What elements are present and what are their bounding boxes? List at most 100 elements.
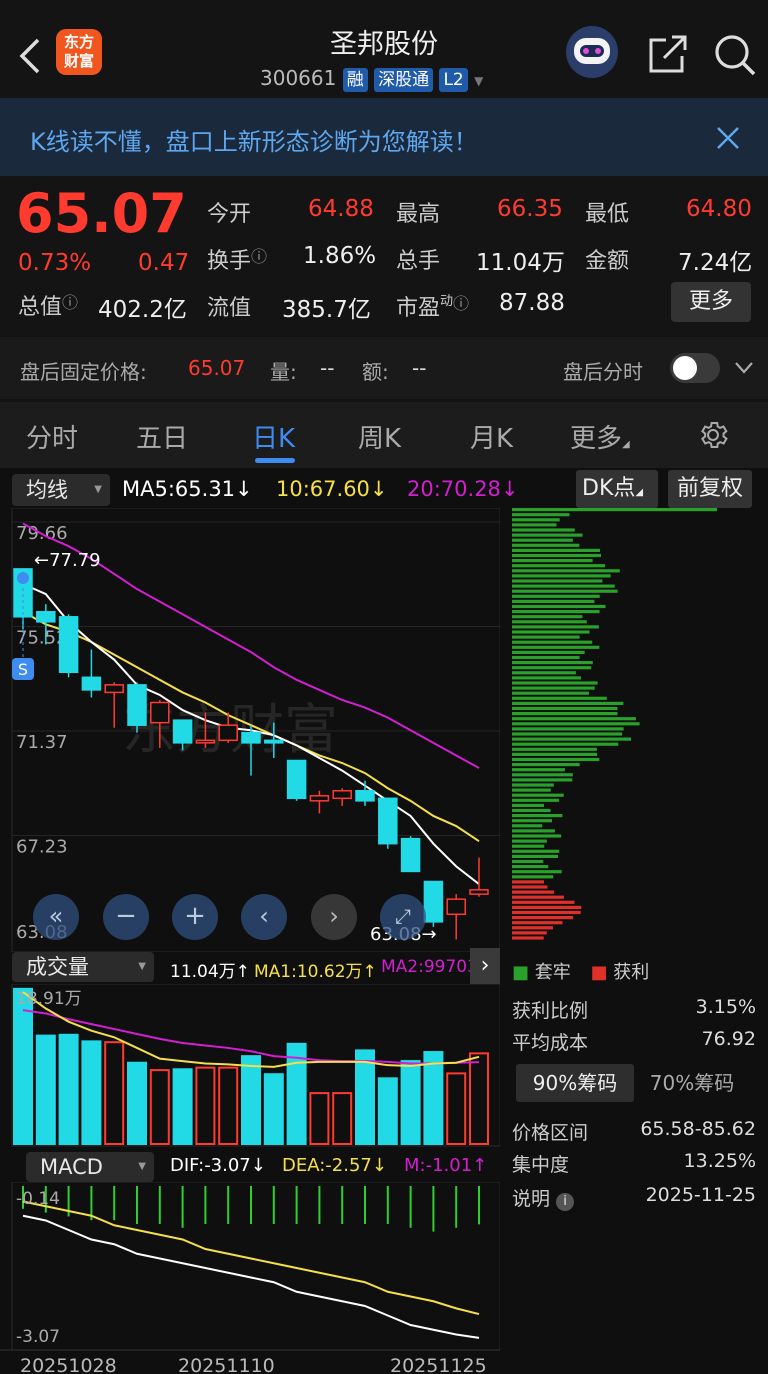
after-hours-amt: -- [412, 356, 427, 380]
volume-selector[interactable]: 成交量 ▼ [12, 952, 154, 982]
volume-bar [127, 1061, 147, 1145]
volume-bar [58, 1033, 79, 1145]
candle-body [469, 889, 489, 895]
chip-bar [512, 523, 557, 527]
chip-bar [512, 849, 560, 853]
candle-body [172, 719, 193, 744]
chip-bar [512, 829, 555, 833]
chip-bar [512, 798, 559, 802]
scroll-far-left-button[interactable]: « [33, 894, 79, 940]
kline-chart[interactable]: 东方财富79.6675.5271.3767.2363.08←77.7963.08… [0, 508, 500, 952]
tab-monthly-k[interactable]: 月K [470, 418, 513, 455]
candle-body [58, 616, 79, 674]
volume-bar [172, 1068, 193, 1145]
after-hours-amt-label: 额: [362, 360, 389, 384]
macd-top-label: -0.14 [16, 1189, 60, 1209]
ma10-readout: 10:67.60↓ [276, 477, 388, 501]
chip-bar [512, 650, 585, 654]
chip-bar [512, 589, 618, 593]
tab-daily-k[interactable]: 日K [252, 418, 295, 455]
chip-profit-ratio: 3.15% [695, 996, 756, 1018]
candle-body [355, 790, 375, 802]
chip-bar [512, 712, 618, 716]
fullscreen-button[interactable]: ⤢ [380, 894, 426, 940]
search-icon[interactable] [714, 34, 756, 76]
chip-note-label: 说明 i [512, 1184, 575, 1211]
chip-bar [512, 768, 565, 772]
current-price: 65.07 [16, 182, 187, 245]
candle-body [241, 732, 261, 744]
chip-bar [512, 921, 563, 925]
chip-bar [512, 696, 607, 700]
chip-bar [512, 880, 544, 884]
tab-intraday[interactable]: 分时 [26, 418, 78, 455]
share-icon[interactable] [648, 34, 688, 74]
label-float: 流值 [207, 296, 252, 321]
top-header: 东方 财富 圣邦股份 300661 融 深股通 L2 ▼ [0, 0, 768, 98]
chip-bar [512, 681, 598, 685]
dk-button[interactable]: DK点◢ [576, 470, 658, 508]
scroll-left-button[interactable]: ‹ [241, 894, 287, 940]
chip-bar [512, 543, 580, 547]
gear-icon[interactable] [696, 418, 730, 452]
candle-body [286, 759, 307, 800]
value-high: 66.35 [497, 196, 563, 222]
chip-bar [512, 548, 600, 552]
chip-bar [512, 742, 619, 746]
close-icon[interactable] [716, 126, 740, 150]
info-icon[interactable]: ⓘ [453, 294, 469, 313]
tab-more[interactable]: 更多◢ [570, 418, 630, 455]
value-open: 64.88 [308, 196, 374, 222]
scroll-right-button[interactable]: › [311, 894, 357, 940]
chip-bar [512, 839, 547, 843]
candle-body [104, 684, 124, 694]
chip-bar [512, 763, 580, 767]
chip-bar [512, 630, 590, 634]
chip-bar [512, 788, 551, 792]
chip-bar [512, 615, 583, 619]
value-amount: 7.24亿 [678, 250, 753, 276]
adjust-button[interactable]: 前复权 [668, 470, 752, 508]
chip-bar [512, 518, 560, 522]
promo-banner[interactable]: K线读不懂，盘口上新形态诊断为您解读！ [0, 98, 768, 176]
info-icon[interactable]: ⓘ [62, 293, 78, 312]
macd-chart[interactable]: -0.14 -3.07 20251028 20251110 20251125 [0, 1182, 500, 1374]
chip-tab-90[interactable]: 90%筹码 [516, 1064, 634, 1102]
after-hours-price: 65.07 [188, 356, 246, 380]
more-button[interactable]: 更多 [671, 282, 751, 322]
label-volume: 总手 [396, 249, 441, 274]
chip-bar [512, 508, 717, 512]
macd-selector[interactable]: MACD ▼ [26, 1152, 154, 1182]
macd-bottom-label: -3.07 [16, 1327, 60, 1347]
volume-chart[interactable]: 18.91万 [0, 984, 500, 1148]
robot-assistant-icon[interactable] [566, 26, 618, 78]
chip-bar [512, 885, 548, 889]
date-label: 20251110 [178, 1355, 275, 1374]
zoom-in-button[interactable]: + [172, 894, 218, 940]
chevron-down-icon[interactable] [734, 361, 754, 375]
chip-bar [512, 625, 599, 629]
after-hours-toggle[interactable] [670, 353, 720, 383]
info-icon[interactable]: i [556, 1193, 575, 1211]
chip-bar [512, 793, 564, 797]
volume-bar [355, 1049, 375, 1145]
chip-bar [512, 824, 543, 828]
chip-bar [512, 722, 640, 726]
chip-bar [512, 604, 606, 609]
tab-weekly-k[interactable]: 周K [358, 418, 401, 455]
zoom-out-button[interactable]: − [103, 894, 149, 940]
volume-bar [400, 1060, 421, 1145]
stock-code-row[interactable]: 300661 融 深股通 L2 ▼ [260, 66, 483, 92]
chevron-right-icon[interactable]: › [470, 948, 500, 984]
ma-selector[interactable]: 均线 ▼ [12, 474, 110, 506]
chip-bar [512, 645, 600, 649]
tag-connect: 深股通 [374, 68, 434, 92]
volume-bar [104, 1041, 125, 1145]
quote-panel: 65.07 0.73% 0.47 总值ⓘ 402.2亿 今开 64.88 最高 … [0, 176, 768, 336]
info-icon[interactable]: ⓘ [251, 247, 267, 266]
tab-five-day[interactable]: 五日 [136, 418, 188, 455]
chip-bar [512, 538, 573, 542]
chip-bar [512, 773, 573, 777]
chip-tab-70[interactable]: 70%筹码 [640, 1064, 744, 1102]
chip-bar [512, 834, 562, 838]
